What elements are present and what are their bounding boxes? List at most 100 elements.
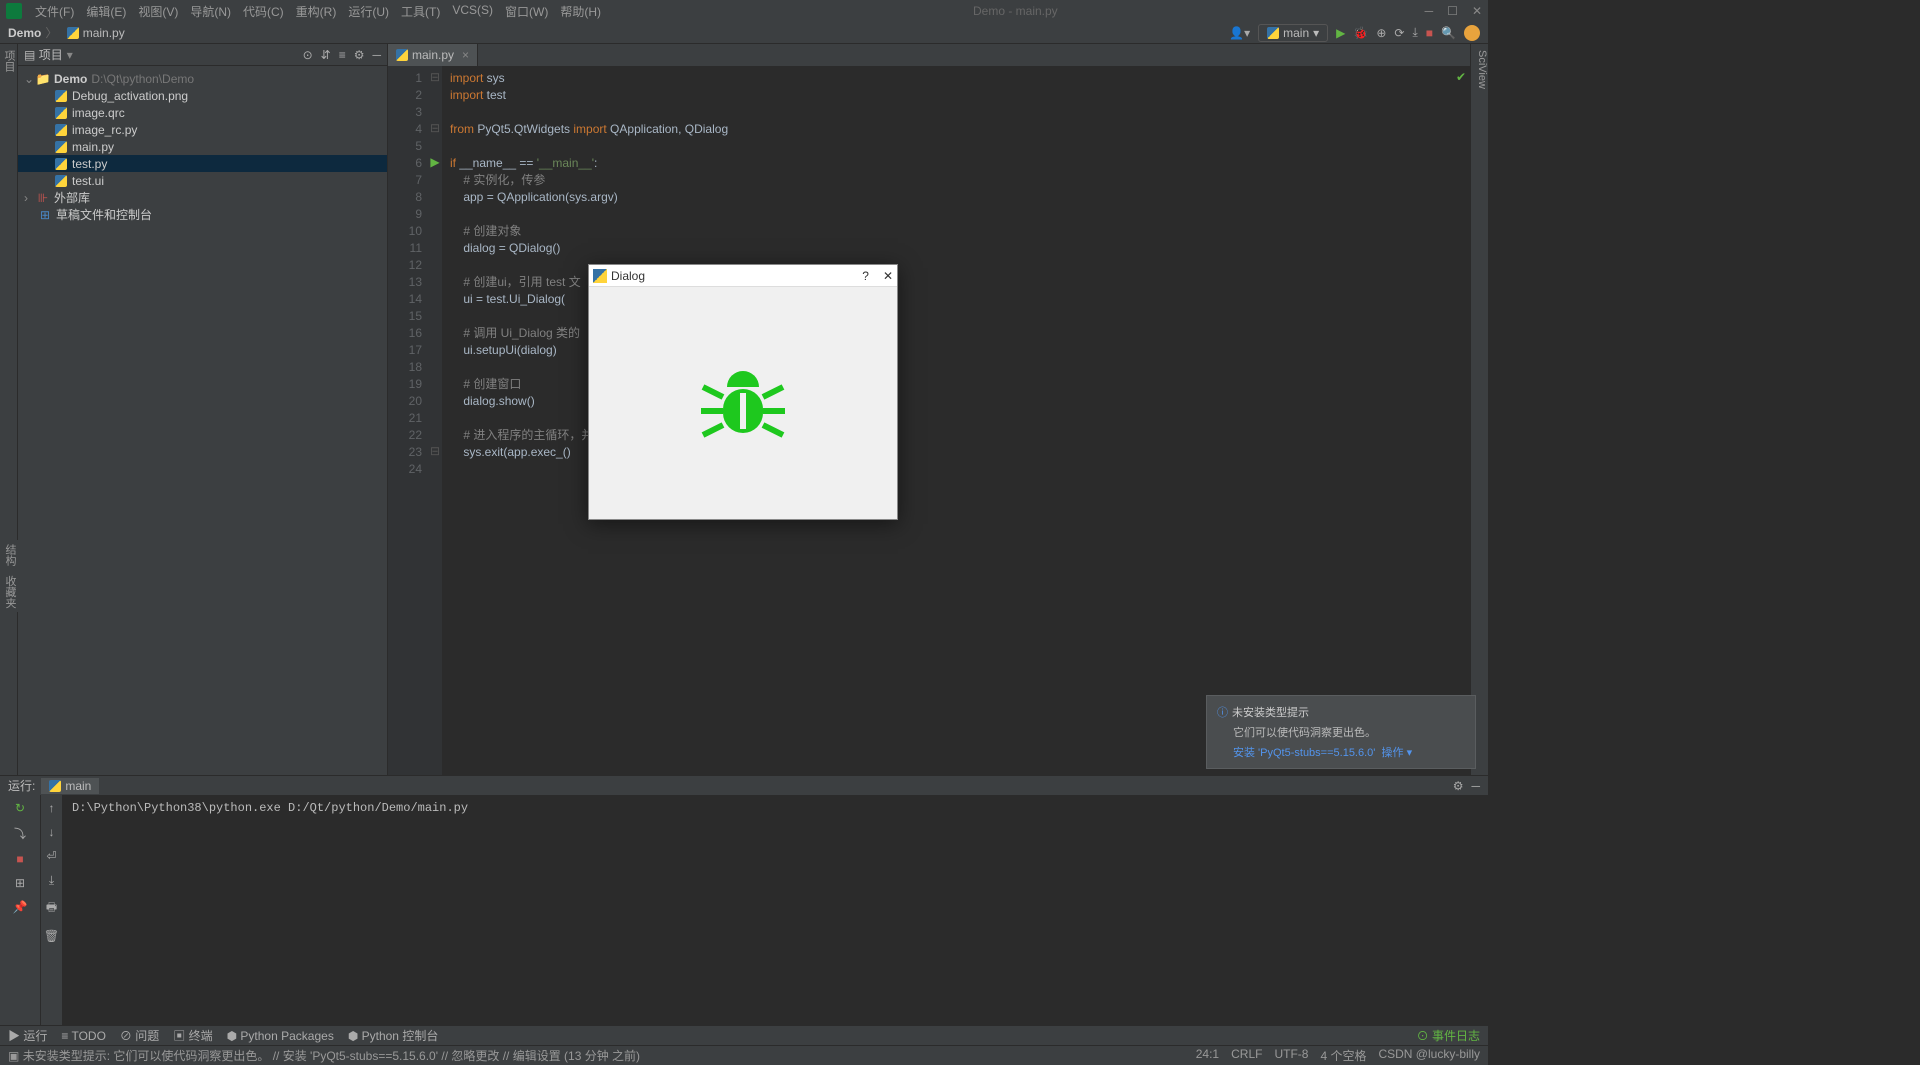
window-controls: ─ ☐ ✕ <box>1425 4 1482 18</box>
bottom-todo[interactable]: ≡ TODO <box>61 1029 106 1043</box>
run-panel-header: 运行: main ⚙ ─ <box>0 775 1488 795</box>
console-output[interactable]: D:\Python\Python38\python.exe D:/Qt/pyth… <box>62 795 1488 1025</box>
run-settings-icon[interactable]: ⚙ <box>1453 779 1464 793</box>
run-actions-rail: ↻ ⤵ ■ ⊞ 📌 <box>0 795 40 1025</box>
menu-code[interactable]: 代码(C) <box>238 1 289 22</box>
menu-window[interactable]: 窗口(W) <box>500 1 553 22</box>
run-stop-icon[interactable]: ■ <box>16 852 23 866</box>
run-layout-icon[interactable]: ⊞ <box>15 876 25 890</box>
bug-icon <box>693 353 793 453</box>
left-tool-rail[interactable]: 项目 <box>0 44 18 775</box>
run-tab[interactable]: main <box>41 778 99 794</box>
status-message: 未安装类型提示: 它们可以使代码洞察更出色。 // 安装 'PyQt5-stub… <box>23 1047 640 1064</box>
right-tool-rail[interactable]: SciView <box>1470 44 1488 775</box>
caret-position[interactable]: 24:1 <box>1196 1047 1219 1064</box>
python-icon <box>1267 27 1279 39</box>
minimize-button[interactable]: ─ <box>1425 4 1434 18</box>
menu-view[interactable]: 视图(V) <box>133 1 183 22</box>
bottom-run[interactable]: ▶ 运行 <box>8 1027 47 1044</box>
scroll-icon[interactable]: ⤓ <box>49 873 54 888</box>
tree-root[interactable]: ⌄📁 Demo D:\Qt\python\Demo <box>18 70 387 87</box>
project-tree: ⌄📁 Demo D:\Qt\python\Demo Debug_activati… <box>18 66 387 227</box>
avatar[interactable] <box>1464 25 1480 41</box>
tree-external-libs[interactable]: ›⊪ 外部库 <box>18 189 387 206</box>
line-separator[interactable]: CRLF <box>1231 1047 1262 1064</box>
clear-icon[interactable]: 🗑 <box>44 929 59 943</box>
qt-dialog: Dialog ? ✕ <box>588 264 898 520</box>
attach-button[interactable]: ⤓ <box>1412 25 1417 40</box>
file-icon <box>54 90 68 102</box>
run-button[interactable]: ▶ <box>1336 26 1345 40</box>
toast-link[interactable]: 安装 'PyQt5-stubs==5.15.6.0' <box>1233 747 1375 759</box>
editor-tab-main[interactable]: main.py × <box>388 44 478 66</box>
run-hide-icon[interactable]: ─ <box>1471 779 1480 793</box>
tree-file[interactable]: main.py <box>18 138 387 155</box>
debug-button[interactable]: 🐞 <box>1353 26 1368 40</box>
stop-button[interactable]: ■ <box>1426 26 1433 40</box>
wrap-icon[interactable]: ⏎ <box>46 849 56 863</box>
run-config-selector[interactable]: main ▾ <box>1258 24 1328 42</box>
tree-file[interactable]: test.ui <box>18 172 387 189</box>
menu-tools[interactable]: 工具(T) <box>396 1 445 22</box>
event-log-icon[interactable]: ⊙ 事件日志 <box>1417 1027 1480 1044</box>
dialog-help-button[interactable]: ? <box>862 269 869 283</box>
hide-icon[interactable]: ─ <box>372 48 381 62</box>
dialog-close-button[interactable]: ✕ <box>883 269 893 283</box>
menu-edit[interactable]: 编辑(E) <box>81 1 131 22</box>
editor-area: main.py × 123456789101112131415161718192… <box>388 44 1470 775</box>
rerun-icon[interactable]: ↻ <box>15 801 25 815</box>
indent-info[interactable]: 4 个空格 <box>1320 1047 1366 1064</box>
bottom-problems[interactable]: ⊘ 问题 <box>120 1027 159 1044</box>
python-icon <box>396 49 408 61</box>
file-encoding[interactable]: UTF-8 <box>1274 1047 1308 1064</box>
folder-icon: 📁 <box>36 72 50 86</box>
python-icon <box>49 780 61 792</box>
print-icon[interactable]: 🖶 <box>46 898 57 919</box>
structure-rail[interactable]: 结构 收藏夹 <box>0 540 18 612</box>
tree-file[interactable]: image_rc.py <box>18 121 387 138</box>
close-tab-icon[interactable]: × <box>462 48 469 62</box>
settings-icon[interactable]: ⚙ <box>354 48 365 62</box>
file-icon <box>54 124 68 136</box>
info-icon: ⓘ <box>1217 707 1228 719</box>
menu-refactor[interactable]: 重构(R) <box>291 1 342 22</box>
menu-help[interactable]: 帮助(H) <box>555 1 606 22</box>
tree-file[interactable]: image.qrc <box>18 104 387 121</box>
tool-window-icon[interactable]: ▣ <box>8 1049 19 1063</box>
menu-run[interactable]: 运行(U) <box>343 1 394 22</box>
bottom-packages[interactable]: ⬢ Python Packages <box>227 1029 334 1043</box>
search-icon[interactable]: 🔍 <box>1441 26 1456 40</box>
bottom-terminal[interactable]: ▣ 终端 <box>173 1027 212 1044</box>
breadcrumb-project[interactable]: Demo <box>8 26 41 40</box>
up-icon[interactable]: ↑ <box>49 801 55 815</box>
sidebar-title: 项目 <box>39 46 63 63</box>
close-button[interactable]: ✕ <box>1472 4 1482 18</box>
maximize-button[interactable]: ☐ <box>1447 4 1458 18</box>
run-pin-icon[interactable]: 📌 <box>13 900 28 914</box>
run-panel-label: 运行: <box>8 777 35 794</box>
line-gutter: 123456789101112131415161718192021222324 <box>388 66 428 775</box>
menu-navigate[interactable]: 导航(N) <box>185 1 236 22</box>
tree-file[interactable]: Debug_activation.png <box>18 87 387 104</box>
profile-button[interactable]: ⟳ <box>1394 26 1404 40</box>
tree-file[interactable]: test.py <box>18 155 387 172</box>
toast-action[interactable]: 操作 ▾ <box>1382 747 1413 759</box>
menu-file[interactable]: 文件(F) <box>30 1 79 22</box>
user-icon[interactable]: 👤▾ <box>1229 26 1250 40</box>
tree-scratches[interactable]: ⊞ 草稿文件和控制台 <box>18 206 387 223</box>
status-bar: ▣ 未安装类型提示: 它们可以使代码洞察更出色。 // 安装 'PyQt5-st… <box>0 1045 1488 1065</box>
file-icon <box>54 158 68 170</box>
locate-icon[interactable]: ⊙ <box>303 48 313 62</box>
notification-toast: ⓘ未安装类型提示 它们可以使代码洞察更出色。 安装 'PyQt5-stubs==… <box>1206 695 1476 769</box>
down-icon[interactable]: ↓ <box>49 825 55 839</box>
editor-body[interactable]: 123456789101112131415161718192021222324 … <box>388 66 1470 775</box>
menu-vcs[interactable]: VCS(S) <box>447 1 498 22</box>
coverage-button[interactable]: ⊕ <box>1376 26 1386 40</box>
breadcrumb-file[interactable]: main.py <box>67 26 124 40</box>
bottom-console[interactable]: ⬢ Python 控制台 <box>348 1027 439 1044</box>
collapse-icon[interactable]: ≡ <box>339 48 346 62</box>
expand-icon[interactable]: ⇵ <box>321 48 331 62</box>
inspection-ok-icon[interactable]: ✔ <box>1456 70 1466 84</box>
dialog-app-icon <box>593 269 607 283</box>
run-attach-icon[interactable]: ⤵ <box>14 825 26 842</box>
